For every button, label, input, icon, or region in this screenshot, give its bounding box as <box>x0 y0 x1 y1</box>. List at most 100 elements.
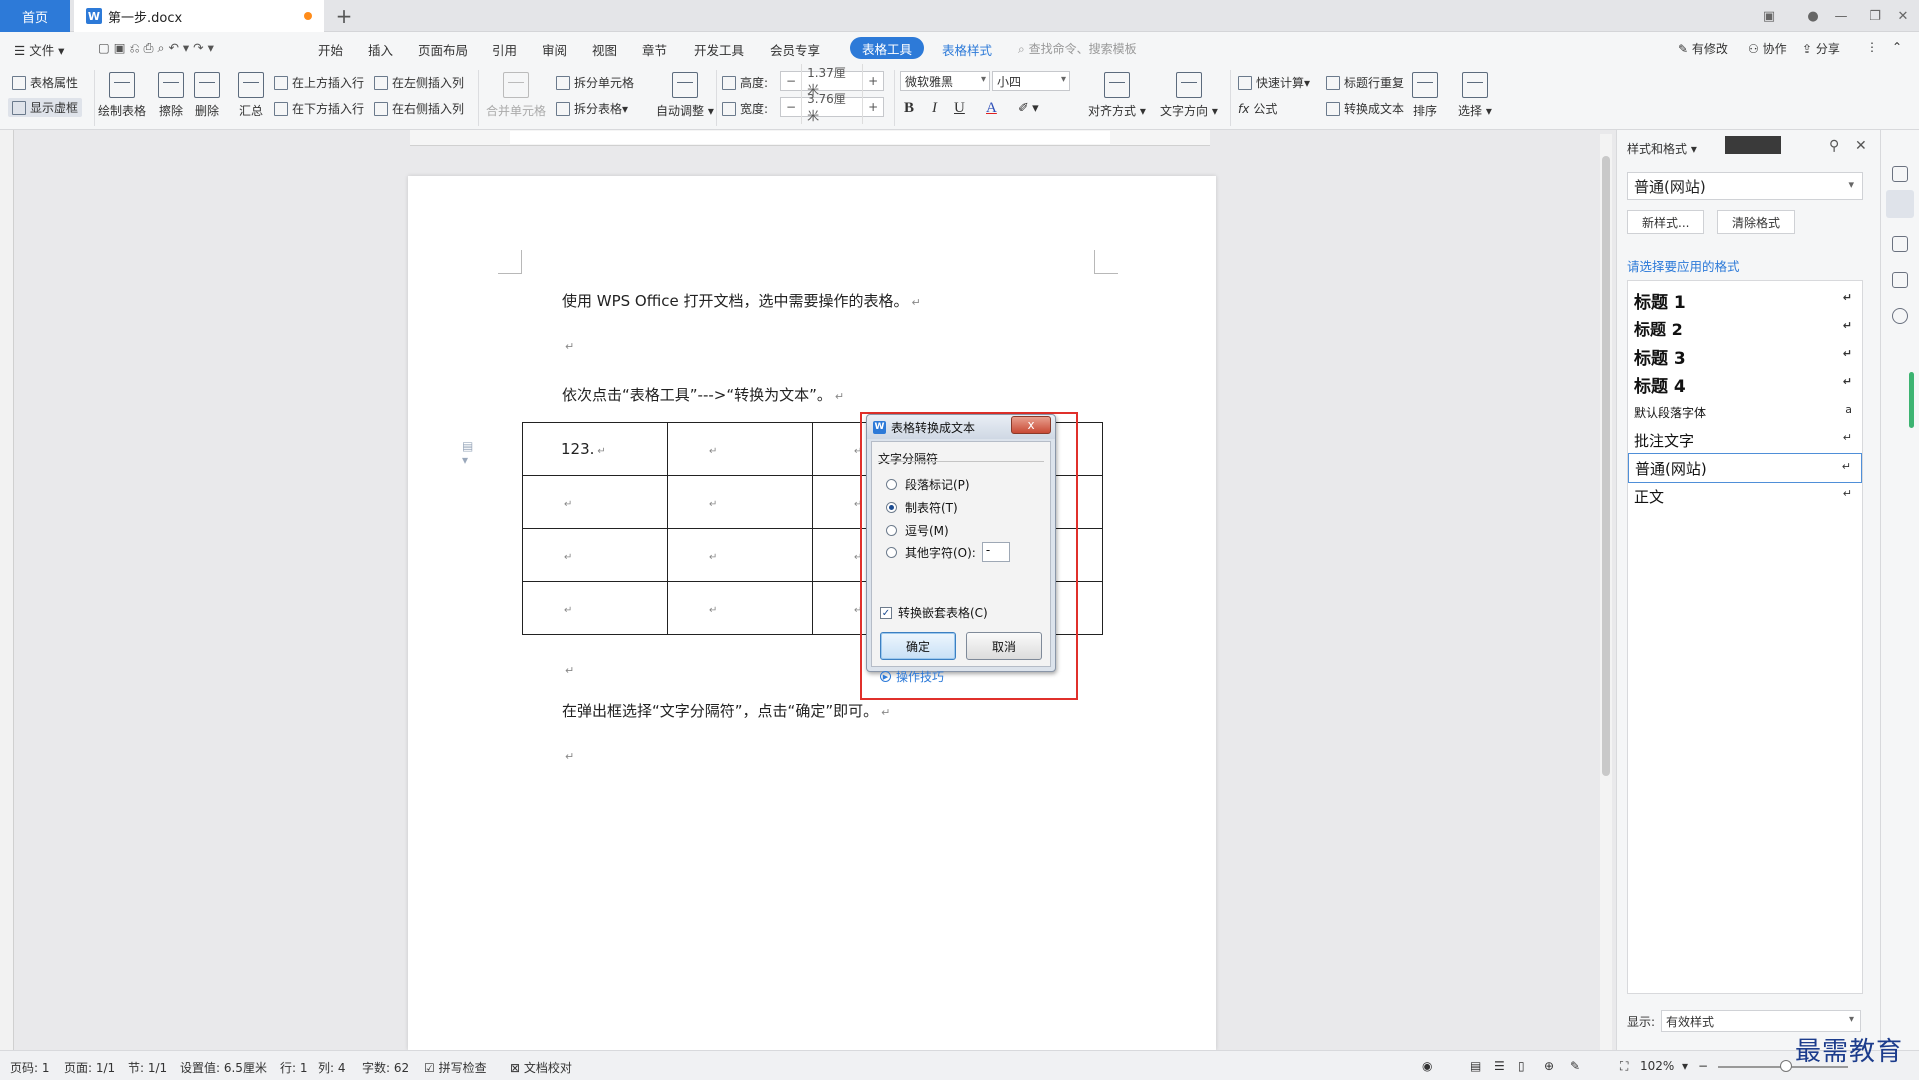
clear-format-button[interactable]: 清除格式 <box>1717 210 1796 234</box>
collapse-ribbon-icon[interactable]: ⌃ <box>1892 40 1902 54</box>
tips-link[interactable]: ▶ 操作技巧 <box>880 668 944 685</box>
split-table-button[interactable]: 拆分表格 ▾ <box>556 100 628 117</box>
scrollbar-thumb[interactable] <box>1602 156 1610 776</box>
status-pages[interactable]: 页面: 1/1 <box>64 1059 115 1076</box>
vertical-scrollbar[interactable] <box>1600 134 1612 1050</box>
new-tab-button[interactable]: + <box>332 4 356 28</box>
italic-button[interactable]: I <box>932 100 937 117</box>
table-cell[interactable]: ↵ <box>667 528 813 582</box>
cursor-select-icon[interactable] <box>1892 236 1908 252</box>
share-button[interactable]: ⇪ 分享 <box>1802 40 1840 57</box>
convert-to-text-button[interactable]: 转换成文本 <box>1326 100 1404 117</box>
insert-col-right-button[interactable]: 在右侧插入列 <box>374 100 464 117</box>
empty-paragraph[interactable]: ↵ <box>562 336 574 354</box>
ok-button[interactable]: 确定 <box>880 632 956 660</box>
input-method-icon[interactable] <box>1725 136 1781 154</box>
font-color-button[interactable]: A <box>986 100 997 117</box>
header-row-repeat-button[interactable]: 标题行重复 <box>1326 74 1404 91</box>
paragraph-1[interactable]: 使用 WPS Office 打开文档，选中需要操作的表格。 ↵ <box>562 290 921 311</box>
show-filter-select[interactable]: 有效样式 <box>1661 1010 1862 1032</box>
document-tab[interactable]: W 第一步.docx <box>74 0 324 32</box>
table-cell[interactable]: ↵ <box>667 581 813 635</box>
tab-list-icon[interactable]: ▣ <box>1750 0 1788 32</box>
sort-button[interactable]: 排序 <box>1412 72 1438 119</box>
status-page-no[interactable]: 页码: 1 <box>10 1059 50 1076</box>
document-page[interactable]: 使用 WPS Office 打开文档，选中需要操作的表格。 ↵ ↵ 依次点击“表格… <box>408 176 1216 1050</box>
increase-width-button[interactable]: + <box>863 100 883 114</box>
rocket-icon[interactable] <box>1892 166 1908 182</box>
eraser-button[interactable]: 擦除 <box>158 72 184 119</box>
status-row[interactable]: 行: 1 <box>280 1059 308 1076</box>
show-gridlines-button[interactable]: 显示虚框 <box>8 98 83 117</box>
style-heading-3[interactable]: 标题 3 ↵ <box>1628 341 1862 371</box>
table-cell[interactable]: ↵ <box>522 528 668 582</box>
underline-button[interactable]: U <box>954 100 965 117</box>
increase-height-button[interactable]: + <box>863 74 883 88</box>
pen-icon[interactable]: ✎ <box>1570 1059 1580 1073</box>
status-col[interactable]: 列: 4 <box>318 1059 346 1076</box>
eye-protection-icon[interactable]: ◉ <box>1422 1059 1432 1073</box>
radio-other-char[interactable]: 其他字符(O): - <box>886 542 1010 562</box>
col-width-value[interactable]: 3.76厘米 <box>801 90 864 124</box>
insert-row-below-button[interactable]: 在下方插入行 <box>274 100 364 117</box>
table-cell[interactable]: ↵ <box>522 475 668 529</box>
style-heading-4[interactable]: 标题 4 ↵ <box>1628 369 1862 399</box>
decrease-width-button[interactable]: − <box>781 100 801 114</box>
style-heading-2[interactable]: 标题 2 ↵ <box>1628 313 1862 343</box>
style-normal-web[interactable]: 普通(网站) ↵ <box>1628 453 1862 483</box>
table-handle-icon[interactable]: ▤ ▾ <box>462 439 480 467</box>
green-scroll-indicator[interactable] <box>1909 372 1914 428</box>
formula-button[interactable]: fx 公式 <box>1238 100 1277 117</box>
style-body-text[interactable]: 正文 ↵ <box>1628 481 1862 511</box>
zoom-out-button[interactable]: − <box>1698 1059 1708 1073</box>
highlight-icon[interactable]: ✐ ▾ <box>1018 100 1039 116</box>
page-view-icon[interactable]: ▤ <box>1470 1059 1481 1073</box>
zoom-level[interactable]: 102% <box>1640 1059 1674 1073</box>
dialog-close-button[interactable]: x <box>1011 416 1051 434</box>
settings-sliders-icon[interactable] <box>1892 272 1908 288</box>
menu-chapter[interactable]: 章节 <box>642 40 667 59</box>
table-properties-button[interactable]: 表格属性 <box>12 74 78 91</box>
fit-page-icon[interactable]: ⛶ <box>1620 1059 1628 1074</box>
menu-developer[interactable]: 开发工具 <box>694 40 744 59</box>
zoom-dropdown-icon[interactable]: ▾ <box>1682 1059 1688 1073</box>
zoom-slider-handle[interactable] <box>1780 1060 1792 1072</box>
style-default-paragraph-font[interactable]: 默认段落字体 a <box>1628 397 1862 427</box>
status-section[interactable]: 节: 1/1 <box>128 1059 167 1076</box>
text-direction-button[interactable]: 文字方向 ▾ <box>1160 72 1218 119</box>
pin-icon[interactable]: ⚲ <box>1829 138 1839 154</box>
command-search[interactable]: ⌕ 查找命令、搜索模板 <box>1018 40 1137 57</box>
menu-references[interactable]: 引用 <box>492 40 517 59</box>
menu-insert[interactable]: 插入 <box>368 40 393 59</box>
draw-table-button[interactable]: 绘制表格 <box>98 72 146 119</box>
web-view-icon[interactable]: ⊕ <box>1544 1059 1554 1073</box>
empty-paragraph[interactable]: ↵ <box>562 660 574 678</box>
table-cell[interactable]: ↵ <box>667 475 813 529</box>
decrease-height-button[interactable]: − <box>781 74 801 88</box>
quick-calc-button[interactable]: 快速计算 ▾ <box>1238 74 1310 91</box>
close-icon[interactable]: ✕ <box>1884 0 1919 32</box>
file-menu[interactable]: ☰ 文件 ▾ <box>14 40 64 59</box>
split-cells-button[interactable]: 拆分单元格 <box>556 74 634 91</box>
radio-tab[interactable]: 制表符(T) <box>886 499 958 516</box>
tab-table-tools[interactable]: 表格工具 <box>850 37 925 59</box>
panel-close-icon[interactable]: ✕ <box>1855 138 1867 154</box>
table-cell[interactable]: ↵ <box>667 422 813 476</box>
more-icon[interactable]: ⋮ <box>1866 40 1878 54</box>
paragraph-3[interactable]: 在弹出框选择“文字分隔符”，点击“确定”即可。 ↵ <box>562 700 890 721</box>
table-cell[interactable]: 123. ↵ <box>522 422 668 476</box>
merge-cells-button[interactable]: 合并单元格 <box>486 72 546 119</box>
insert-col-left-button[interactable]: 在左侧插入列 <box>374 74 464 91</box>
table-cell[interactable]: ↵ <box>522 581 668 635</box>
cancel-button[interactable]: 取消 <box>966 632 1042 660</box>
quick-access-icons[interactable]: ▢ ▣ ⎌ ⎙ ⌕ ↶ ▾ ↷ ▾ <box>98 40 214 56</box>
menu-start[interactable]: 开始 <box>318 40 343 59</box>
styles-panel-title[interactable]: 样式和格式 ▾ <box>1627 140 1697 157</box>
font-name-select[interactable]: 微软雅黑 <box>900 71 990 91</box>
outline-view-icon[interactable]: ☰ <box>1494 1059 1505 1073</box>
summary-button[interactable]: 汇总 <box>238 72 264 119</box>
paragraph-2[interactable]: 依次点击“表格工具”--->“转换为文本”。 ↵ <box>562 384 844 405</box>
status-word-count[interactable]: 字数: 62 <box>362 1059 409 1076</box>
status-setting[interactable]: 设置值: 6.5厘米 <box>180 1059 267 1076</box>
document-proof-button[interactable]: ⊠ 文档校对 <box>510 1059 572 1076</box>
